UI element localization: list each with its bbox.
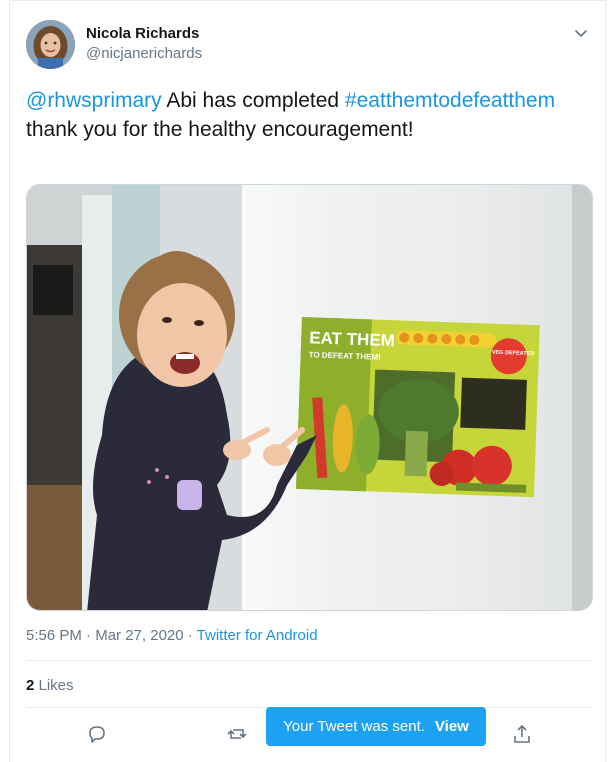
poster-title: EAT THEM [309,328,395,350]
chevron-down-icon[interactable] [571,23,591,43]
share-icon[interactable] [511,723,533,745]
likes-count[interactable]: 2 Likes [26,677,74,694]
tweet-source-link[interactable]: Twitter for Android [197,627,318,644]
avatar[interactable] [26,20,75,69]
tweet-text-part-1: Abi has completed [161,89,345,112]
mention-link[interactable]: @rhwsprimary [26,89,162,112]
tweet-timestamp: 5:56 PM · Mar 27, 2020 · Twitter for And… [26,627,318,644]
author-name[interactable]: Nicola Richards [86,25,199,42]
divider [26,660,593,661]
meta-separator-2: · [183,627,197,644]
tweet-text-part-2: thank you for the healthy encouragement! [26,118,414,141]
retweet-icon[interactable] [226,723,248,745]
tweet-time[interactable]: 5:56 PM [26,627,82,644]
toast-message: Your Tweet was sent. [283,718,425,735]
poster: EAT THEM TO DEFEAT THEM! VEG DEFEATED [295,317,540,498]
likes-label: Likes [34,677,74,694]
photo-illustration: EAT THEM TO DEFEAT THEM! VEG DEFEATED [27,185,592,610]
tweet-sent-toast: Your Tweet was sent. View [266,707,486,746]
author-handle[interactable]: @nicjanerichards [86,45,202,62]
toast-view-button[interactable]: View [435,718,469,735]
reply-icon[interactable] [86,723,108,745]
tweet-text: @rhwsprimary Abi has completed #eatthemt… [26,86,586,144]
hashtag-link[interactable]: #eatthemtodefeatthem [345,89,555,112]
tweet-date[interactable]: Mar 27, 2020 [95,627,183,644]
meta-separator: · [81,627,96,644]
tweet-card: Nicola Richards @nicjanerichards @rhwspr… [9,0,606,762]
tweet-photo[interactable]: EAT THEM TO DEFEAT THEM! VEG DEFEATED [26,184,593,611]
